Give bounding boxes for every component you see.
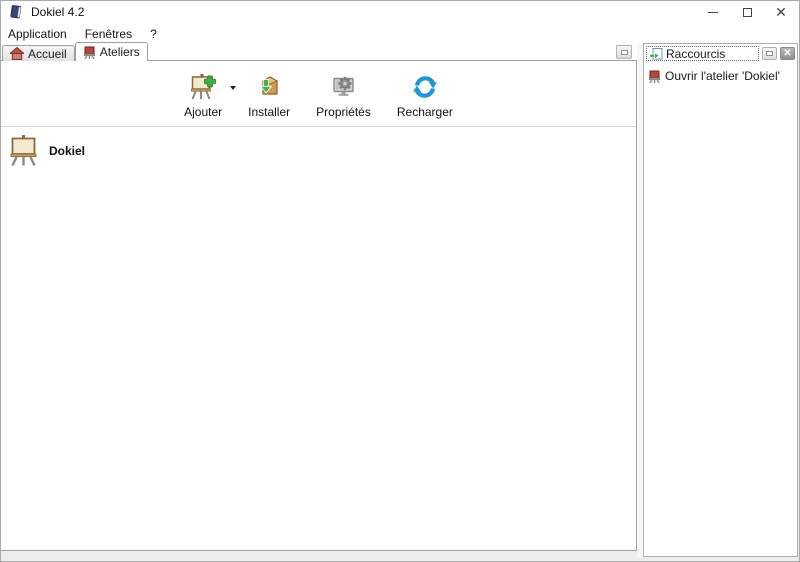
maximize-button[interactable]: [730, 0, 764, 24]
shortcuts-list: Ouvrir l'atelier 'Dokiel': [644, 62, 797, 90]
menu-help[interactable]: ?: [141, 25, 166, 43]
install-button[interactable]: Installer: [242, 74, 296, 119]
package-install-icon: [256, 74, 282, 100]
add-button-label: Ajouter: [184, 105, 222, 119]
shortcuts-title: Raccourcis: [666, 47, 725, 61]
shortcut-open-atelier-dokiel[interactable]: Ouvrir l'atelier 'Dokiel': [646, 67, 795, 85]
shortcut-label: Ouvrir l'atelier 'Dokiel': [665, 69, 780, 83]
home-icon: [10, 47, 24, 60]
close-icon: ✕: [783, 49, 791, 59]
tab-ateliers[interactable]: Ateliers: [75, 42, 148, 61]
refresh-icon: [412, 74, 438, 100]
tab-ateliers-label: Ateliers: [100, 45, 140, 59]
reload-button[interactable]: Recharger: [391, 74, 459, 119]
titlebar: Dokiel 4.2 ✕: [0, 0, 800, 24]
main-panel-restore-button[interactable]: [616, 45, 632, 59]
close-button[interactable]: ✕: [764, 0, 798, 24]
properties-button-label: Propriétés: [316, 105, 371, 119]
properties-button[interactable]: Propriétés: [310, 74, 377, 119]
monitor-gear-icon: [331, 74, 357, 100]
tab-accueil[interactable]: Accueil: [2, 45, 75, 61]
ateliers-toolbar: Ajouter Installer: [1, 61, 636, 127]
atelier-list-item-dokiel[interactable]: Dokiel: [7, 134, 630, 167]
tab-accueil-label: Accueil: [28, 47, 67, 61]
close-icon: ✕: [775, 5, 787, 19]
easel-add-icon: [190, 74, 216, 100]
easel-small-icon: [648, 70, 661, 83]
shortcuts-title-box[interactable]: Raccourcis: [646, 46, 759, 61]
shortcuts-restore-button[interactable]: [762, 47, 777, 60]
atelier-name: Dokiel: [49, 144, 85, 158]
add-dropdown-arrow-icon[interactable]: [230, 86, 236, 90]
reload-button-label: Recharger: [397, 105, 453, 119]
easel-small-icon: [83, 46, 96, 59]
tab-strip: Accueil Ateliers: [2, 42, 148, 61]
install-button-label: Installer: [248, 105, 290, 119]
minimize-icon: [708, 12, 718, 13]
menu-application[interactable]: Application: [0, 25, 76, 43]
shortcuts-close-button[interactable]: ✕: [780, 47, 795, 60]
menu-bar: Application Fenêtres ?: [0, 24, 800, 43]
window-title: Dokiel 4.2: [31, 5, 84, 19]
status-strip: [0, 551, 637, 562]
add-button-group: Ajouter: [178, 74, 228, 119]
menu-fenetres[interactable]: Fenêtres: [76, 25, 141, 43]
atelier-list: Dokiel: [1, 127, 636, 174]
restore-panel-icon: [766, 51, 773, 56]
maximize-icon: [743, 8, 752, 17]
restore-panel-icon: [621, 50, 628, 55]
window-controls: ✕: [696, 0, 798, 24]
easel-large-icon: [9, 135, 38, 166]
app-book-icon: [9, 4, 24, 20]
minimize-button[interactable]: [696, 0, 730, 24]
shortcuts-header: Raccourcis ✕: [644, 44, 797, 62]
panel-arrow-icon: [649, 47, 663, 61]
shortcuts-panel: Raccourcis ✕ Ouvrir l'atelier 'Dokiel': [643, 43, 798, 557]
add-atelier-button[interactable]: Ajouter: [178, 74, 228, 119]
ateliers-panel: Ajouter Installer: [0, 60, 637, 551]
